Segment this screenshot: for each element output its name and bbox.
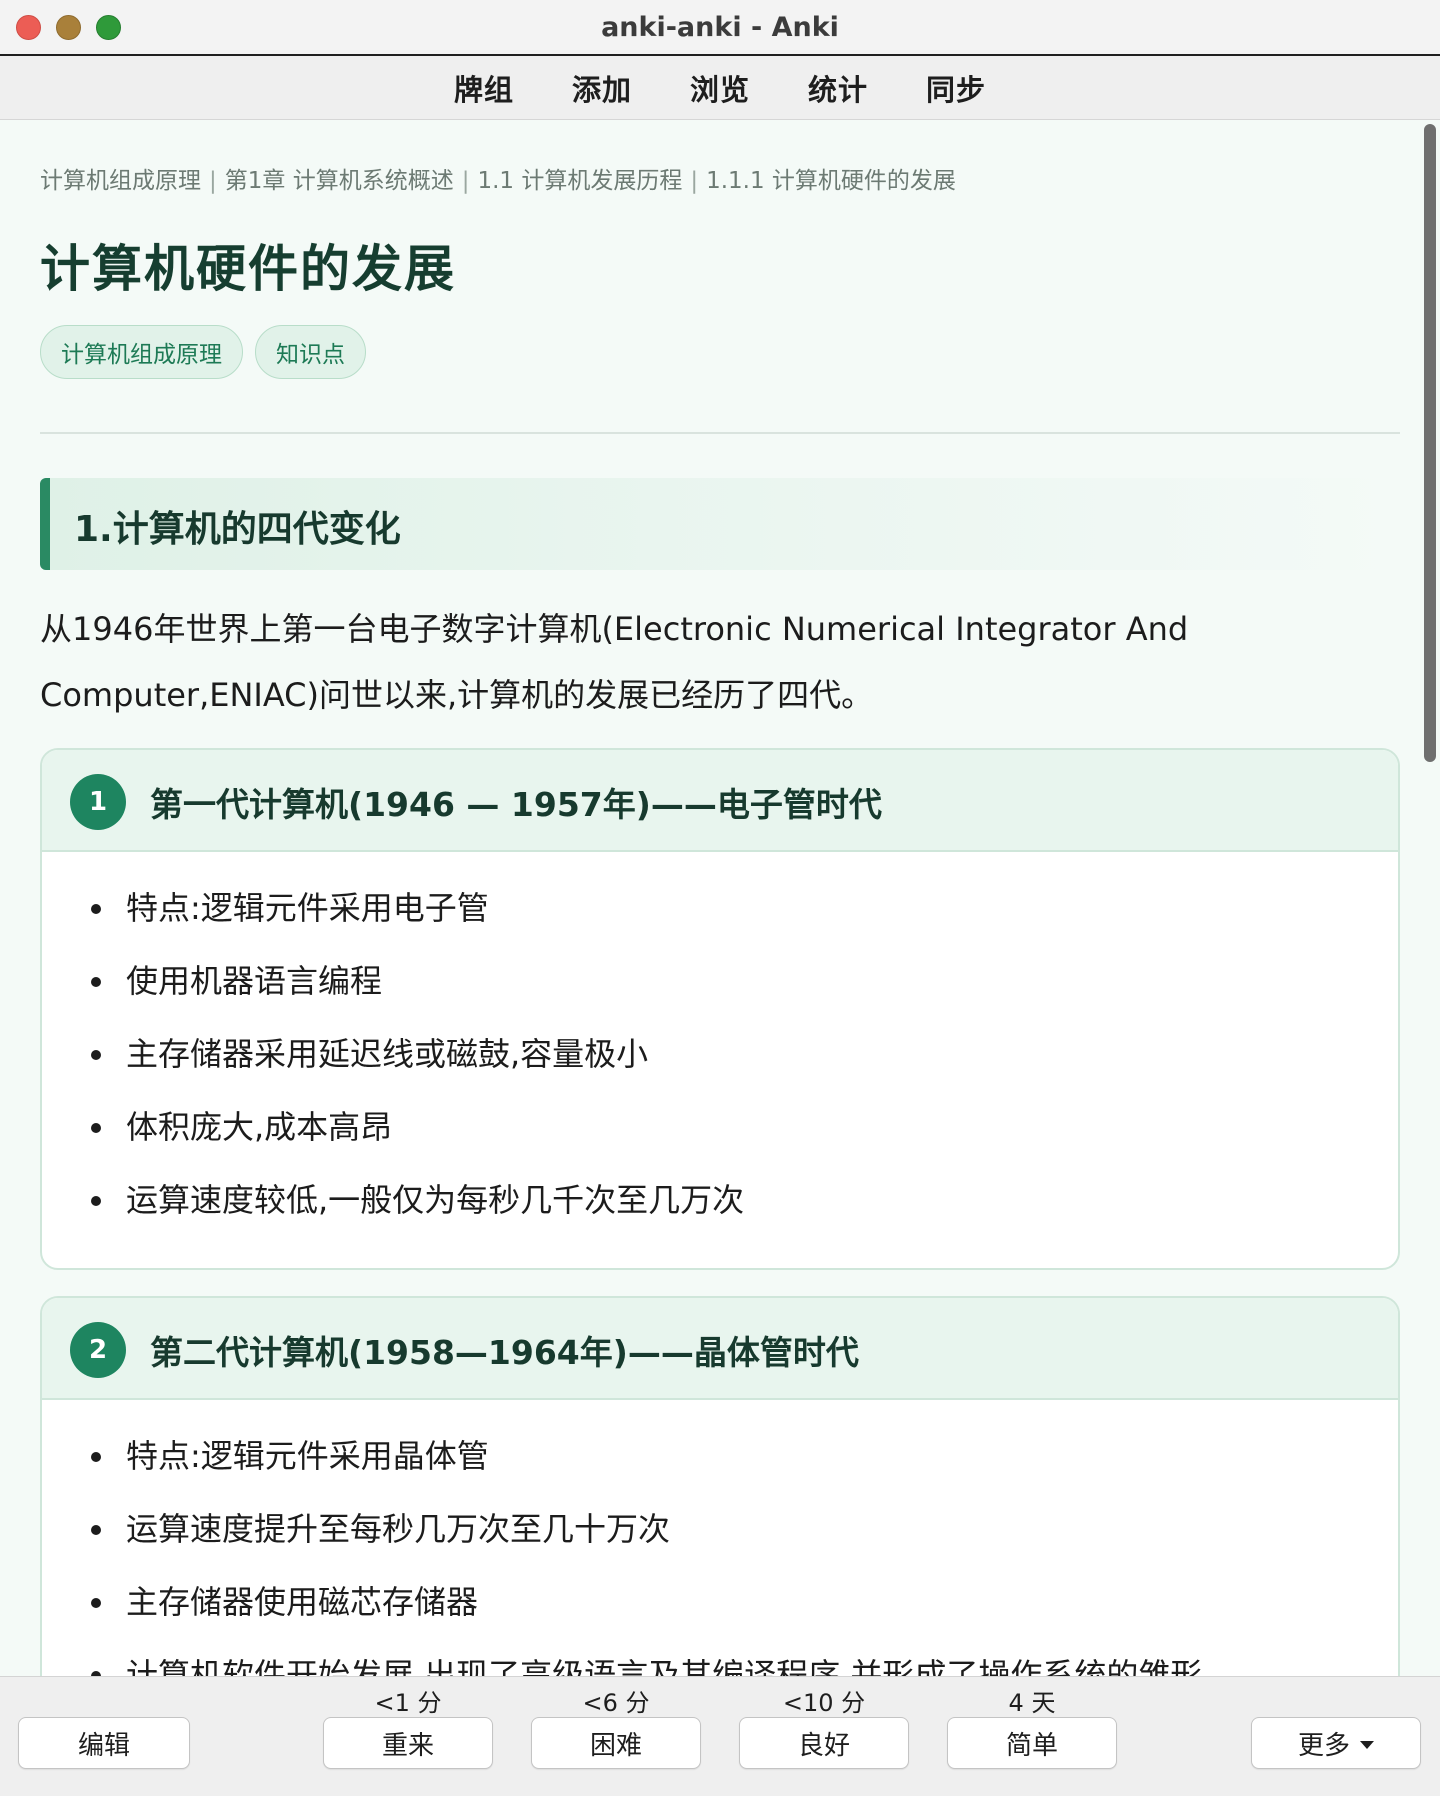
more-button[interactable]: 更多 <box>1251 1717 1421 1769</box>
breadcrumb: 计算机组成原理 | 第1章 计算机系统概述 | 1.1 计算机发展历程 | 1.1.1 计算… <box>40 161 956 195</box>
scrollbar-thumb[interactable] <box>1424 124 1436 762</box>
card-content: 计算机组成原理 | 第1章 计算机系统概述 | 1.1 计算机发展历程 | 1.1.1 计算… <box>0 121 1418 1676</box>
breadcrumb-separator: | <box>209 168 217 194</box>
list-item: 特点:逻辑元件采用晶体管 <box>42 1428 1398 1501</box>
chevron-down-icon <box>1360 1741 1374 1749</box>
menu-sync[interactable]: 同步 <box>897 67 1015 109</box>
breadcrumb-item: 第1章 计算机系统概述 <box>224 168 454 194</box>
list-item: 运算速度较低,一般仅为每秒几千次至几万次 <box>42 1172 1398 1245</box>
list-item: 计算机软件开始发展,出现了高级语言及其编译程序,并形成了操作系统的雏形 <box>42 1647 1398 1676</box>
list-item: 使用机器语言编程 <box>42 953 1398 1026</box>
tag-list: 计算机组成原理 知识点 <box>40 325 366 379</box>
generation-card-header: 1 第一代计算机(1946 — 1957年)——电子管时代 <box>42 750 1398 852</box>
again-button[interactable]: 重来 <box>323 1717 493 1769</box>
list-item: 主存储器使用磁芯存储器 <box>42 1574 1398 1647</box>
generation-title: 第一代计算机(1946 — 1957年)——电子管时代 <box>150 785 882 824</box>
section-heading-text: 1.计算机的四代变化 <box>74 509 401 550</box>
feature-list: 特点:逻辑元件采用电子管 使用机器语言编程 主存储器采用延迟线或磁鼓,容量极小 … <box>42 880 1398 1245</box>
feature-list: 特点:逻辑元件采用晶体管 运算速度提升至每秒几万次至几十万次 主存储器使用磁芯存… <box>42 1428 1398 1676</box>
again-interval: <1 分 <box>374 1689 442 1717</box>
list-item: 体积庞大,成本高昂 <box>42 1099 1398 1172</box>
menu-browse[interactable]: 浏览 <box>661 67 779 109</box>
list-item: 运算速度提升至每秒几万次至几十万次 <box>42 1501 1398 1574</box>
easy-button[interactable]: 简单 <box>947 1717 1117 1769</box>
number-badge: 1 <box>70 774 126 830</box>
tag-chip: 知识点 <box>255 325 366 379</box>
easy-interval: 4 天 <box>1008 1689 1056 1717</box>
more-button-label: 更多 <box>1297 1730 1350 1761</box>
intro-paragraph: 从1946年世界上第一台电子数字计算机(Electronic Numerical… <box>40 610 1189 714</box>
page-title: 计算机硬件的发展 <box>40 240 456 298</box>
number-badge: 2 <box>70 1322 126 1378</box>
section-heading: 1.计算机的四代变化 <box>40 478 1400 570</box>
menu-decks[interactable]: 牌组 <box>425 67 543 109</box>
good-button[interactable]: 良好 <box>739 1717 909 1769</box>
hard-interval: <6 分 <box>582 1689 650 1717</box>
breadcrumb-item: 计算机组成原理 <box>40 168 201 194</box>
menu-add[interactable]: 添加 <box>543 67 661 109</box>
breadcrumb-item: 1.1 计算机发展历程 <box>477 168 683 194</box>
tag-chip: 计算机组成原理 <box>40 325 243 379</box>
breadcrumb-separator: | <box>690 168 699 194</box>
edit-button[interactable]: 编辑 <box>18 1717 190 1769</box>
breadcrumb-item: 1.1.1 计算机硬件的发展 <box>706 168 956 194</box>
window-title: anki-anki - Anki <box>601 12 839 43</box>
generation-card: 2 第二代计算机(1958—1964年)——晶体管时代 特点:逻辑元件采用晶体管… <box>40 1296 1400 1676</box>
hard-button[interactable]: 困难 <box>531 1717 701 1769</box>
title-bar: anki-anki - Anki <box>0 0 1440 56</box>
generation-card-header: 2 第二代计算机(1958—1964年)——晶体管时代 <box>42 1298 1398 1400</box>
generation-card: 1 第一代计算机(1946 — 1957年)——电子管时代 特点:逻辑元件采用电… <box>40 748 1400 1270</box>
list-item: 特点:逻辑元件采用电子管 <box>42 880 1398 953</box>
divider <box>40 432 1400 434</box>
anki-window: anki-anki - Anki 牌组 添加 浏览 统计 同步 计算机组成原理 |… <box>0 0 1440 1796</box>
top-menu: 牌组 添加 浏览 统计 同步 <box>0 56 1440 120</box>
answer-bar: 编辑 <1 分 重来 <6 分 困难 <10 分 良好 4 天 简单 更多 <box>0 1676 1440 1796</box>
generation-title: 第二代计算机(1958—1964年)——晶体管时代 <box>150 1333 859 1372</box>
breadcrumb-separator: | <box>461 168 470 194</box>
list-item: 主存储器采用延迟线或磁鼓,容量极小 <box>42 1026 1398 1099</box>
menu-stats[interactable]: 统计 <box>779 67 897 109</box>
good-interval: <10 分 <box>782 1689 866 1717</box>
